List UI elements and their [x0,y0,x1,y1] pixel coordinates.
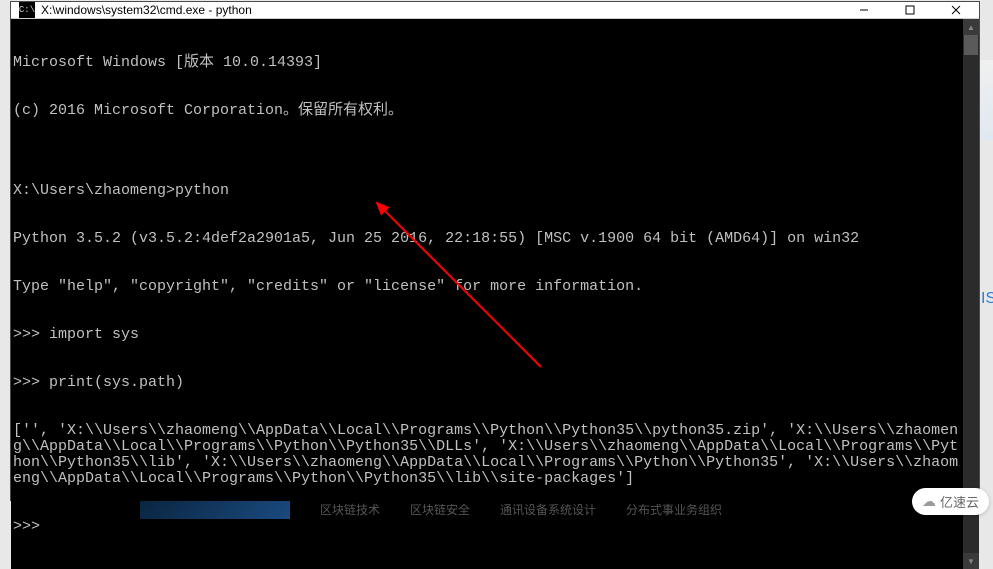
terminal-line: >>> [13,519,961,535]
scroll-up-button[interactable]: ▲ [963,19,979,35]
terminal-content[interactable]: Microsoft Windows [版本 10.0.14393] (c) 20… [11,19,963,569]
watermark-badge: ☁ 亿速云 [912,488,989,515]
watermark-text: 亿速云 [940,492,979,511]
minimize-icon [859,5,869,15]
background-footer: 区块链技术 区块链安全 通讯设备系统设计 分布式事业务组织 [10,501,980,519]
footer-item: 区块链安全 [410,501,470,519]
cloud-icon: ☁ [922,493,936,510]
window-controls [841,2,979,18]
close-icon [951,5,961,15]
terminal-line: Python 3.5.2 (v3.5.2:4def2a2901a5, Jun 2… [13,231,961,247]
background-thumbnail [140,501,290,519]
maximize-button[interactable] [887,2,933,18]
terminal-line: >>> import sys [13,327,961,343]
minimize-button[interactable] [841,2,887,18]
terminal-line: (c) 2016 Microsoft Corporation。保留所有权利。 [13,103,961,119]
cmd-icon: C:\ [19,2,35,18]
terminal-area[interactable]: Microsoft Windows [版本 10.0.14393] (c) 20… [11,19,979,569]
background-strip [980,60,993,140]
terminal-line: >>> print(sys.path) [13,375,961,391]
terminal-line: Microsoft Windows [版本 10.0.14393] [13,55,961,71]
background-accent-text: IS [981,290,993,308]
footer-item: 区块链技术 [320,501,380,519]
scroll-thumb[interactable] [964,35,978,55]
maximize-icon [905,5,915,15]
footer-item: 通讯设备系统设计 [500,501,596,519]
titlebar[interactable]: C:\ X:\windows\system32\cmd.exe - python [11,2,979,19]
cmd-window: C:\ X:\windows\system32\cmd.exe - python… [10,1,980,501]
window-title: X:\windows\system32\cmd.exe - python [41,3,841,17]
terminal-line: Type "help", "copyright", "credits" or "… [13,279,961,295]
terminal-line: ['', 'X:\\Users\\zhaomeng\\AppData\\Loca… [13,423,961,487]
terminal-line: X:\Users\zhaomeng>python [13,183,961,199]
close-button[interactable] [933,2,979,18]
vertical-scrollbar[interactable]: ▲ ▼ [963,19,979,569]
footer-item: 分布式事业务组织 [626,501,722,519]
scroll-down-button[interactable]: ▼ [963,553,979,569]
